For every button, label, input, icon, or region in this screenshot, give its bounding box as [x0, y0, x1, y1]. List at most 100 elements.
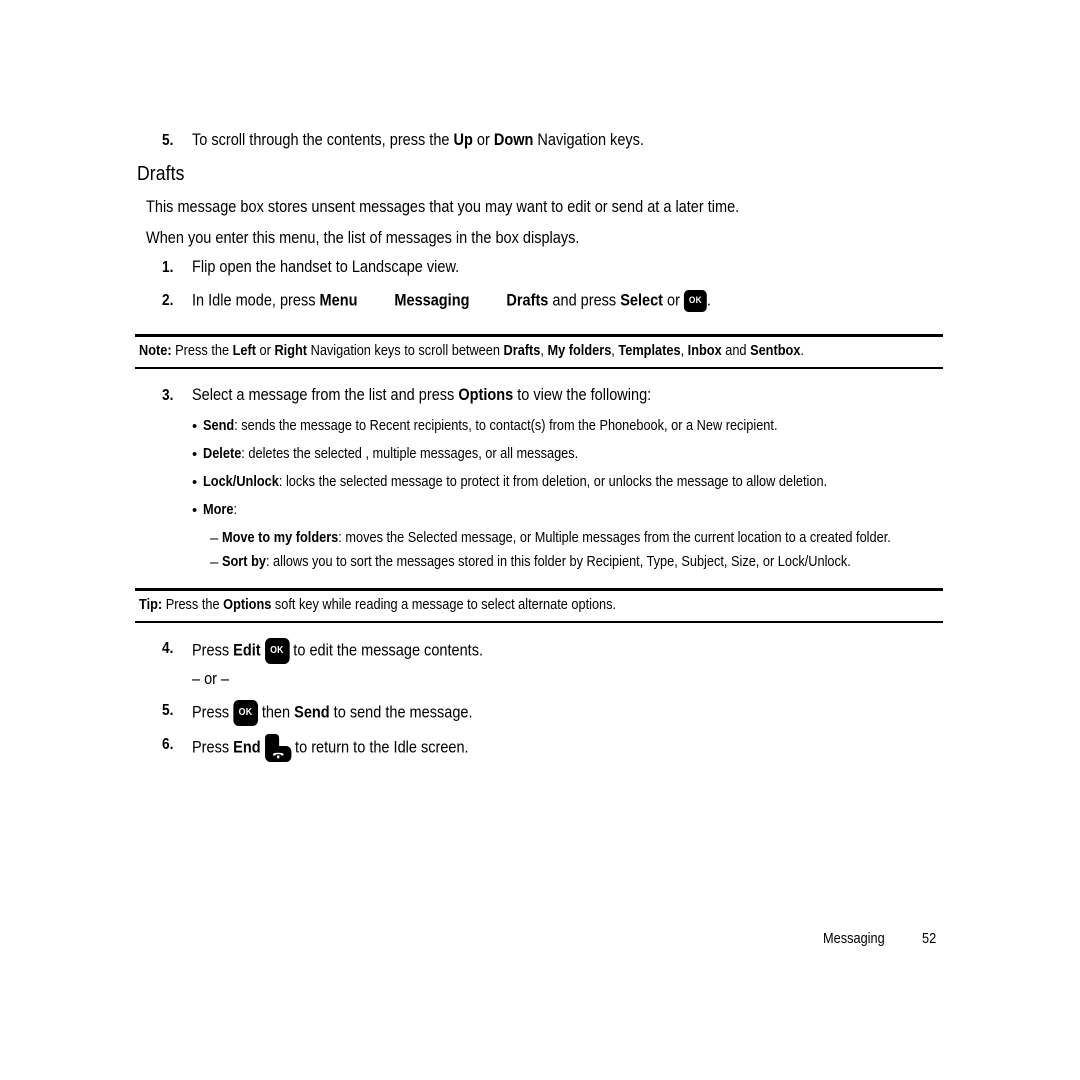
sub-option-description: : allows you to sort the messages stored…	[265, 554, 851, 570]
text-fragment: .	[800, 343, 804, 359]
divider	[135, 367, 943, 369]
divider	[135, 334, 943, 337]
list-number: 6.	[162, 736, 174, 753]
option-description: : locks the selected message to protect …	[278, 474, 828, 490]
bullet-marker: •	[192, 474, 198, 491]
text-bold: Options	[458, 386, 514, 404]
divider	[135, 588, 943, 591]
text-fragment: and	[721, 343, 751, 359]
list-number: 2.	[162, 292, 174, 309]
sub-list-item: Move to my folders: moves the Selected m…	[222, 530, 982, 546]
menu-path-drafts: Drafts	[506, 291, 549, 310]
text-bold: Inbox	[687, 343, 722, 359]
text-bold: Drafts	[503, 343, 541, 359]
ok-key-icon: OK	[264, 638, 290, 664]
text-fragment: ,	[611, 343, 619, 359]
text-bold: Templates	[618, 343, 681, 359]
step-two-text: In Idle mode, press Menu Messaging Drafts …	[192, 290, 782, 312]
text-bold: End	[233, 738, 261, 757]
text-fragment: .	[706, 291, 711, 310]
list-number: 3.	[162, 387, 174, 404]
text-bold: Up	[453, 131, 473, 149]
list-item: Lock/Unlock: locks the selected message …	[203, 474, 912, 490]
list-number: 4.	[162, 640, 174, 657]
list-number: 1.	[162, 259, 174, 276]
sub-option-term: Move to my folders	[222, 530, 339, 546]
text-bold: Edit	[233, 641, 261, 660]
text-fragment: Navigation keys.	[533, 131, 644, 149]
text-fragment: Press the	[171, 343, 233, 359]
menu-path-messaging: Messaging	[394, 291, 470, 310]
list-number: 5.	[162, 702, 174, 719]
paragraph: When you enter this menu, the list of me…	[146, 229, 580, 247]
option-term: Send	[203, 418, 235, 434]
option-term: Lock/Unlock	[203, 474, 279, 490]
step-five-text: Press OK then Send to send the message.	[192, 700, 511, 726]
handset-glyph-icon	[272, 752, 284, 758]
bullet-marker: •	[192, 418, 198, 435]
text-fragment: to send the message.	[329, 703, 473, 722]
section-heading: Drafts	[137, 163, 185, 185]
text-fragment: to edit the message contents.	[289, 641, 483, 660]
text-fragment: Press the	[162, 597, 224, 613]
ok-key-icon: OK	[233, 700, 258, 726]
text-fragment: then	[257, 703, 295, 722]
ok-key-icon: OK	[684, 290, 707, 312]
paragraph: This message box stores unsent messages …	[146, 198, 740, 216]
sub-bullet-marker: –	[210, 554, 219, 571]
text-fragment: Select a message from the list and press	[192, 386, 459, 404]
list-item: Send: sends the message to Recent recipi…	[203, 418, 856, 434]
text-fragment: In Idle mode, press	[192, 291, 320, 310]
intro-step-text: To scroll through the contents, press th…	[192, 131, 706, 150]
sub-option-term: Sort by	[222, 554, 266, 570]
bullet-marker: •	[192, 502, 198, 519]
step-four-text: Press Edit OK to edit the message conten…	[192, 638, 523, 664]
option-term: More	[203, 502, 234, 518]
tip-text: Tip: Press the Options soft key while re…	[139, 597, 681, 613]
text-bold: Sentbox	[750, 343, 801, 359]
option-description: : deletes the selected , multiple messag…	[241, 446, 579, 462]
text-fragment: Press	[192, 703, 234, 722]
text-bold: Options	[223, 597, 272, 613]
text-bold: Select	[620, 291, 664, 310]
text-fragment: To scroll through the contents, press th…	[192, 131, 454, 149]
tip-label: Tip:	[139, 597, 163, 613]
text-bold: Right	[274, 343, 308, 359]
list-item: Delete: deletes the selected , multiple …	[203, 446, 629, 462]
document-page: 5. To scroll through the contents, press…	[0, 0, 1080, 1080]
text-fragment: to view the following:	[513, 386, 652, 404]
text-fragment: Press	[192, 738, 234, 757]
text-fragment: Navigation keys to scroll between	[307, 343, 504, 359]
step-six-text: Press End to return to the Idle screen.	[192, 734, 506, 762]
text-fragment: or	[663, 291, 685, 310]
text-fragment: or	[472, 131, 494, 149]
text-bold: Left	[232, 343, 257, 359]
footer-page-number: 52	[922, 931, 937, 947]
note-text: Note: Press the Left or Right Navigation…	[139, 343, 895, 359]
sub-list-item: Sort by: allows you to sort the messages…	[222, 554, 937, 570]
or-separator: – or –	[192, 670, 230, 688]
list-number: 5.	[162, 132, 174, 149]
option-description: : sends the message to Recent recipients…	[234, 418, 778, 434]
divider	[135, 621, 943, 623]
text-bold: My folders	[547, 343, 612, 359]
step-three-text: Select a message from the list and press…	[192, 386, 714, 405]
step-one-text: Flip open the handset to Landscape view.	[192, 258, 460, 276]
text-fragment: or	[256, 343, 275, 359]
option-term: Delete	[203, 446, 242, 462]
option-description: :	[233, 502, 238, 518]
sub-bullet-marker: –	[210, 530, 219, 547]
list-item: More:	[203, 502, 242, 518]
text-bold: Send	[294, 703, 330, 722]
text-fragment: and press	[548, 291, 621, 310]
end-key-icon	[264, 734, 292, 762]
bullet-marker: •	[192, 446, 198, 463]
sub-option-description: : moves the Selected message, or Multipl…	[338, 530, 891, 546]
text-fragment: to return to the Idle screen.	[291, 738, 469, 757]
menu-path-menu: Menu	[319, 291, 358, 310]
text-bold: Down	[493, 131, 534, 149]
note-label: Note:	[139, 343, 172, 359]
text-fragment: soft key while reading a message to sele…	[271, 597, 617, 613]
text-fragment: Press	[192, 641, 234, 660]
footer-section-label: Messaging	[823, 931, 885, 947]
